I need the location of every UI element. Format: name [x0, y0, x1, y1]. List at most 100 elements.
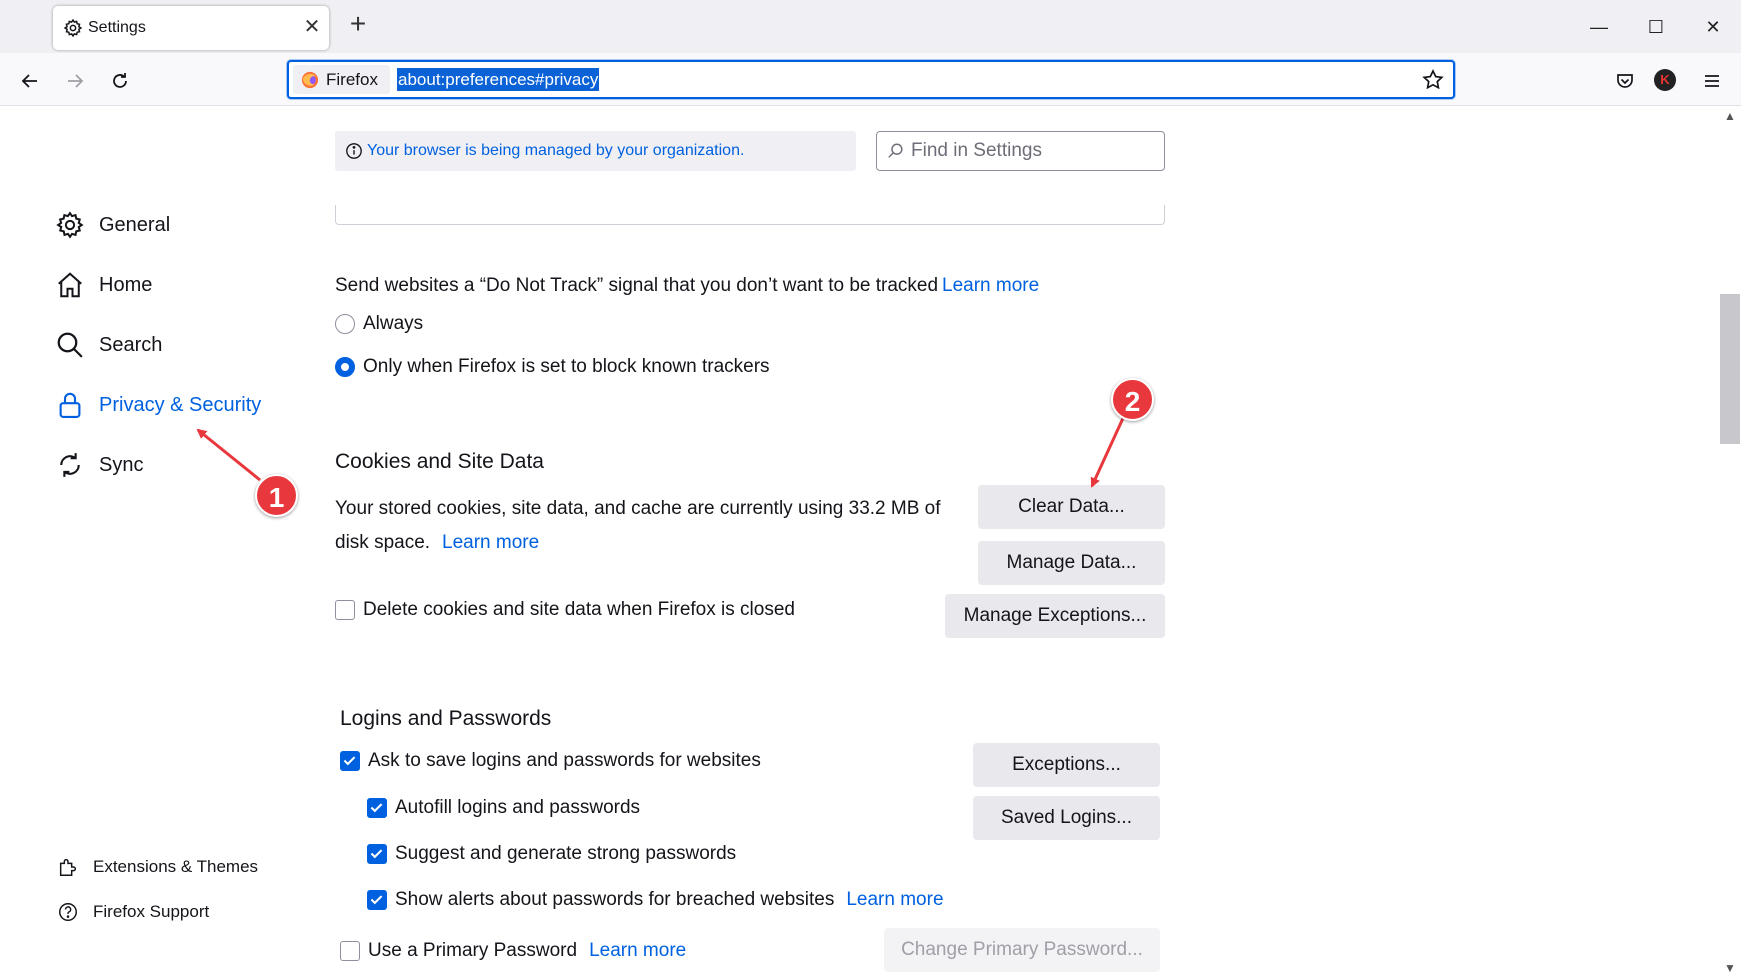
- logins-heading: Logins and Passwords: [340, 707, 552, 730]
- arrow-left-icon: [21, 74, 37, 88]
- checkbox-label: Use a Primary Password: [368, 940, 578, 961]
- navigation-toolbar: Firefox about:preferences#privacy K: [0, 53, 1741, 106]
- search-icon: [57, 332, 83, 358]
- dnt-description: Send websites a “Do Not Track” signal th…: [335, 275, 939, 296]
- info-icon: [346, 143, 362, 159]
- autofill-logins-option[interactable]: Autofill logins and passwords: [367, 797, 640, 819]
- breach-alerts-learn-more-link[interactable]: Learn more: [846, 889, 943, 911]
- reload-button[interactable]: [102, 63, 138, 99]
- cookies-usage-text: Your stored cookies, site data, and cach…: [335, 498, 941, 519]
- forward-button[interactable]: [57, 63, 93, 99]
- primary-password-learn-more-link[interactable]: Learn more: [589, 940, 686, 962]
- sidebar-item-general[interactable]: General: [55, 207, 170, 243]
- sidebar-item-extensions-themes[interactable]: Extensions & Themes: [57, 853, 258, 881]
- lock-icon: [59, 392, 81, 418]
- breach-alerts-option[interactable]: Show alerts about passwords for breached…: [367, 889, 944, 911]
- sidebar-item-firefox-support[interactable]: Firefox Support: [57, 898, 209, 926]
- tab-title: Settings: [88, 19, 146, 36]
- checkbox-checked[interactable]: [367, 844, 387, 864]
- clear-data-button[interactable]: Clear Data...: [978, 485, 1165, 529]
- reload-icon: [113, 73, 127, 88]
- scroll-up-arrow-icon[interactable]: ▲: [1719, 106, 1741, 126]
- checkbox-label: Autofill logins and passwords: [395, 797, 641, 818]
- sidebar-item-search[interactable]: Search: [55, 327, 162, 363]
- back-button[interactable]: [12, 63, 48, 99]
- radio-button[interactable]: [335, 314, 355, 334]
- checkbox[interactable]: [335, 600, 355, 620]
- previous-section-box: [335, 205, 1165, 225]
- sidebar-item-label: General: [99, 213, 171, 236]
- puzzle-icon: [59, 858, 77, 876]
- dnt-learn-more-link[interactable]: Learn more: [942, 275, 1039, 297]
- primary-password-option[interactable]: Use a Primary Password Learn more: [340, 940, 686, 962]
- sidebar-item-label: Home: [99, 273, 153, 296]
- url-input[interactable]: about:preferences#privacy: [397, 68, 600, 91]
- url-bar[interactable]: Firefox about:preferences#privacy: [287, 60, 1455, 99]
- identity-box[interactable]: Firefox: [293, 65, 390, 94]
- star-icon[interactable]: [1421, 68, 1445, 92]
- tab-settings[interactable]: Settings ✕: [53, 6, 329, 50]
- ask-save-logins-option[interactable]: Ask to save logins and passwords for web…: [340, 750, 761, 772]
- tab-strip: Settings ✕ + — ☐ ✕: [0, 0, 1741, 53]
- window-maximize-button[interactable]: ☐: [1636, 8, 1676, 46]
- scroll-thumb[interactable]: [1720, 294, 1740, 444]
- dnt-option-only-when-blocking[interactable]: Only when Firefox is set to block known …: [335, 356, 770, 378]
- cookies-usage-text-cont: disk space.: [335, 532, 431, 553]
- checkbox-checked[interactable]: [340, 751, 360, 771]
- annotation-arrow-2: [1090, 415, 1126, 488]
- search-icon: [888, 143, 903, 158]
- window-minimize-button[interactable]: —: [1579, 8, 1619, 46]
- change-primary-password-button[interactable]: Change Primary Password...: [884, 928, 1160, 972]
- account-avatar[interactable]: K: [1654, 69, 1676, 91]
- checkmark-icon: [343, 756, 356, 766]
- find-in-settings-input[interactable]: Find in Settings: [876, 131, 1165, 171]
- checkbox[interactable]: [340, 941, 360, 961]
- managed-notice-text: Your browser is being managed by your or…: [367, 142, 745, 159]
- sidebar-item-label: Firefox Support: [93, 902, 210, 921]
- sidebar-item-label: Search: [99, 333, 163, 356]
- firefox-logo-icon: [301, 71, 319, 89]
- gear-icon: [56, 211, 84, 239]
- checkbox-checked[interactable]: [367, 798, 387, 818]
- arrow-right-icon: [68, 74, 84, 88]
- new-tab-button[interactable]: +: [343, 10, 373, 40]
- sidebar-item-home[interactable]: Home: [55, 267, 152, 303]
- scroll-down-arrow-icon[interactable]: ▼: [1719, 958, 1741, 978]
- manage-data-button[interactable]: Manage Data...: [978, 541, 1165, 585]
- checkmark-icon: [370, 849, 383, 859]
- sidebar-item-sync[interactable]: Sync: [55, 447, 143, 483]
- login-exceptions-button[interactable]: Exceptions...: [973, 743, 1160, 787]
- checkbox-label: Suggest and generate strong passwords: [395, 843, 737, 864]
- page-scrollbar[interactable]: ▲ ▼: [1719, 106, 1741, 978]
- pocket-button[interactable]: [1607, 63, 1643, 99]
- radio-button-selected[interactable]: [335, 357, 355, 377]
- dnt-option-always[interactable]: Always: [335, 313, 423, 335]
- window-close-button[interactable]: ✕: [1693, 8, 1733, 46]
- checkbox-checked[interactable]: [367, 890, 387, 910]
- cookies-learn-more-link[interactable]: Learn more: [442, 532, 539, 554]
- checkmark-icon: [370, 803, 383, 813]
- annotation-badge-1: 1: [255, 474, 298, 517]
- checkbox-label: Ask to save logins and passwords for web…: [368, 750, 761, 771]
- cookies-heading: Cookies and Site Data: [335, 450, 544, 473]
- annotation-badge-2: 2: [1111, 378, 1154, 421]
- tab-close-icon[interactable]: ✕: [300, 15, 324, 39]
- sidebar-item-label: Extensions & Themes: [93, 857, 259, 876]
- managed-policy-notice[interactable]: Your browser is being managed by your or…: [335, 131, 856, 171]
- manage-exceptions-button[interactable]: Manage Exceptions...: [945, 594, 1165, 638]
- gear-icon: [63, 18, 83, 38]
- find-placeholder: Find in Settings: [911, 140, 1042, 161]
- home-icon: [58, 272, 82, 298]
- sidebar-item-privacy-security[interactable]: Privacy & Security: [55, 387, 261, 423]
- checkbox-label: Delete cookies and site data when Firefo…: [363, 599, 795, 620]
- sync-icon: [60, 453, 80, 477]
- hamburger-menu-icon: [1705, 75, 1719, 87]
- pocket-icon: [1617, 74, 1633, 88]
- sidebar-item-label: Sync: [99, 453, 144, 476]
- suggest-passwords-option[interactable]: Suggest and generate strong passwords: [367, 843, 736, 865]
- saved-logins-button[interactable]: Saved Logins...: [973, 796, 1160, 840]
- checkbox-label: Show alerts about passwords for breached…: [395, 889, 835, 910]
- delete-cookies-on-close-option[interactable]: Delete cookies and site data when Firefo…: [335, 599, 795, 621]
- app-menu-button[interactable]: [1694, 63, 1730, 99]
- sidebar-item-label: Privacy & Security: [99, 393, 262, 416]
